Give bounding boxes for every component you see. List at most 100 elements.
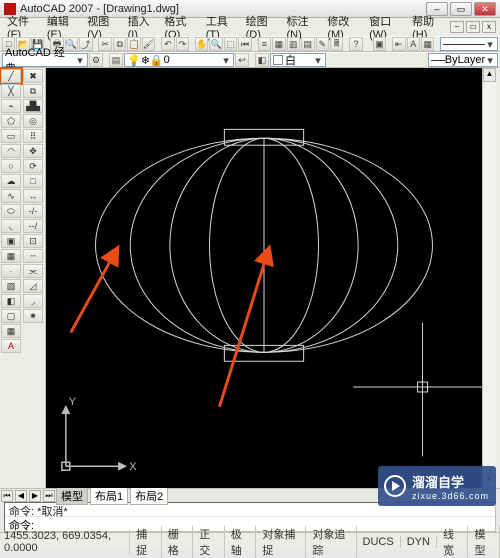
break-point-tool[interactable]: ⊡ bbox=[23, 234, 43, 248]
layer-combo[interactable]: 💡❄🔒 0 ▾ bbox=[124, 53, 234, 67]
undo-icon[interactable]: ↶ bbox=[161, 37, 174, 51]
color-swatch-icon bbox=[273, 55, 283, 65]
properties-icon[interactable]: ≡ bbox=[258, 37, 271, 51]
pan-icon[interactable]: ✋ bbox=[195, 37, 208, 51]
lineweight-combo[interactable]: ▾ bbox=[440, 37, 498, 51]
matchprop-icon[interactable]: 🖌 bbox=[142, 37, 155, 51]
ucs-y-label: Y bbox=[69, 396, 77, 408]
ellipse-tool[interactable]: ⬭ bbox=[1, 204, 21, 218]
tab-layout2[interactable]: 布局2 bbox=[130, 487, 168, 505]
tool-palettes-icon[interactable]: ▥ bbox=[287, 37, 300, 51]
watermark-url: zixue.3d66.com bbox=[412, 491, 489, 501]
explode-tool[interactable]: ✷ bbox=[23, 309, 43, 323]
color-combo[interactable]: 白 ▾ bbox=[270, 53, 326, 67]
break-tool[interactable]: ╌ bbox=[23, 249, 43, 263]
trim-tool[interactable]: ‐/‐ bbox=[23, 204, 43, 218]
offset-tool[interactable]: ◎ bbox=[23, 114, 43, 128]
tab-nav-prev[interactable]: ◀ bbox=[15, 490, 27, 502]
ws-settings-icon[interactable]: ⚙ bbox=[89, 53, 103, 67]
cut-icon[interactable]: ✂ bbox=[98, 37, 111, 51]
layer-value: 0 bbox=[164, 54, 170, 66]
circle-tool[interactable]: ○ bbox=[1, 159, 21, 173]
extend-tool[interactable]: ‐‐/ bbox=[23, 219, 43, 233]
array-tool[interactable]: ⠿ bbox=[23, 129, 43, 143]
tab-nav-last[interactable]: ⏭ bbox=[43, 490, 55, 502]
doc-max-button[interactable]: ▭ bbox=[466, 21, 480, 33]
modify-toolbar: ✖ ⧉ ▟▙ ◎ ⠿ ✥ ⟳ □ ↔ ‐/‐ ‐‐/ ⊡ ╌ ⫘ ◿ ◞ ✷ bbox=[22, 68, 44, 488]
paste-icon[interactable]: 📋 bbox=[127, 37, 140, 51]
chamfer-tool[interactable]: ◿ bbox=[23, 279, 43, 293]
fillet-tool[interactable]: ◞ bbox=[23, 294, 43, 308]
menu-bar: 文件(F) 编辑(E) 视图(V) 插入(I) 格式(O) 工具(T) 绘图(D… bbox=[0, 18, 500, 36]
lantern-drawing bbox=[96, 129, 433, 361]
ellipse-arc-tool[interactable]: ◟ bbox=[1, 219, 21, 233]
drawing-canvas[interactable]: X Y bbox=[46, 68, 482, 488]
chevron-down-icon: ▾ bbox=[75, 54, 85, 67]
zoom-win-icon[interactable]: ⬚ bbox=[224, 37, 237, 51]
tab-layout1[interactable]: 布局1 bbox=[90, 487, 128, 505]
region-tool[interactable]: ▢ bbox=[1, 309, 21, 323]
copy-tool[interactable]: ⧉ bbox=[23, 84, 43, 98]
table-tool-icon[interactable]: ▦ bbox=[421, 37, 434, 51]
chevron-down-icon: ▾ bbox=[485, 54, 495, 67]
close-button[interactable]: ✕ bbox=[474, 2, 496, 16]
left-tool-dock: ╱ ╳ ⌁ ⬠ ▭ ◠ ○ ☁ ∿ ⬭ ◟ ▣ ▦ · ▨ ◧ ▢ ▦ A ✖ … bbox=[0, 68, 46, 488]
mirror-tool[interactable]: ▟▙ bbox=[23, 99, 43, 113]
tab-model[interactable]: 模型 bbox=[56, 487, 88, 505]
spline-tool[interactable]: ∿ bbox=[1, 189, 21, 203]
tab-nav-next[interactable]: ▶ bbox=[29, 490, 41, 502]
dc-icon[interactable]: ▦ bbox=[272, 37, 285, 51]
copy-icon[interactable]: ⧉ bbox=[113, 37, 126, 51]
zoom-prev-icon[interactable]: ⏮ bbox=[238, 37, 251, 51]
workspace-combo[interactable]: AutoCAD 经典 ▾ bbox=[2, 53, 88, 67]
arc-tool[interactable]: ◠ bbox=[1, 144, 21, 158]
rectangle-tool[interactable]: ▭ bbox=[1, 129, 21, 143]
scroll-up-button[interactable]: ▲ bbox=[483, 68, 496, 82]
right-border bbox=[496, 68, 500, 488]
polyline-tool[interactable]: ⌁ bbox=[1, 99, 21, 113]
join-tool[interactable]: ⫘ bbox=[23, 264, 43, 278]
insert-block-tool[interactable]: ▣ bbox=[1, 234, 21, 248]
linetype-combo[interactable]: ByLayer ▾ bbox=[428, 53, 498, 67]
layer-prev-icon[interactable]: ↩ bbox=[235, 53, 249, 67]
publish-icon[interactable]: ⤴ bbox=[79, 37, 92, 51]
point-tool[interactable]: · bbox=[1, 264, 21, 278]
model-space[interactable]: X Y bbox=[46, 68, 482, 488]
tab-nav-first[interactable]: ⏮ bbox=[1, 490, 13, 502]
block-icon[interactable]: ▣ bbox=[373, 37, 386, 51]
zoom-rt-icon[interactable]: 🔍 bbox=[209, 37, 222, 51]
revcloud-tool[interactable]: ☁ bbox=[1, 174, 21, 188]
polygon-tool[interactable]: ⬠ bbox=[1, 114, 21, 128]
help-icon[interactable]: ? bbox=[349, 37, 362, 51]
mtext-tool-icon[interactable]: A bbox=[407, 37, 420, 51]
markup-icon[interactable]: ✎ bbox=[316, 37, 329, 51]
redo-icon[interactable]: ↷ bbox=[176, 37, 189, 51]
crosshair-cursor bbox=[353, 323, 482, 457]
calc-icon[interactable]: 🖩 bbox=[330, 37, 343, 51]
gradient-tool[interactable]: ◧ bbox=[1, 294, 21, 308]
scroll-track[interactable] bbox=[483, 82, 496, 474]
vertical-scrollbar[interactable]: ▲ ▼ bbox=[482, 68, 496, 488]
scale-tool[interactable]: □ bbox=[23, 174, 43, 188]
table-tool[interactable]: ▦ bbox=[1, 324, 21, 338]
laycur-icon[interactable]: ◧ bbox=[255, 53, 269, 67]
hatch-tool[interactable]: ▨ bbox=[1, 279, 21, 293]
stretch-tool[interactable]: ↔ bbox=[23, 189, 43, 203]
dim-linear-icon[interactable]: ⇤ bbox=[392, 37, 405, 51]
chevron-down-icon: ▾ bbox=[221, 54, 231, 67]
rotate-tool[interactable]: ⟳ bbox=[23, 159, 43, 173]
mtext-tool[interactable]: A bbox=[1, 339, 21, 353]
make-block-tool[interactable]: ▦ bbox=[1, 249, 21, 263]
xline-tool[interactable]: ╳ bbox=[1, 84, 21, 98]
ssm-icon[interactable]: ▤ bbox=[301, 37, 314, 51]
line-tool[interactable]: ╱ bbox=[1, 69, 21, 83]
watermark-overlay: 溜溜自学 zixue.3d66.com bbox=[378, 466, 496, 506]
move-tool[interactable]: ✥ bbox=[23, 144, 43, 158]
doc-close-button[interactable]: x bbox=[482, 21, 496, 33]
doc-min-button[interactable]: – bbox=[450, 21, 464, 33]
erase-tool[interactable]: ✖ bbox=[23, 69, 43, 83]
layer-props-icon[interactable]: ▤ bbox=[109, 53, 123, 67]
ucs-icon: X Y bbox=[62, 396, 137, 473]
maximize-button[interactable]: ▭ bbox=[450, 2, 472, 16]
layer-state-icons: 💡❄🔒 bbox=[127, 54, 164, 67]
